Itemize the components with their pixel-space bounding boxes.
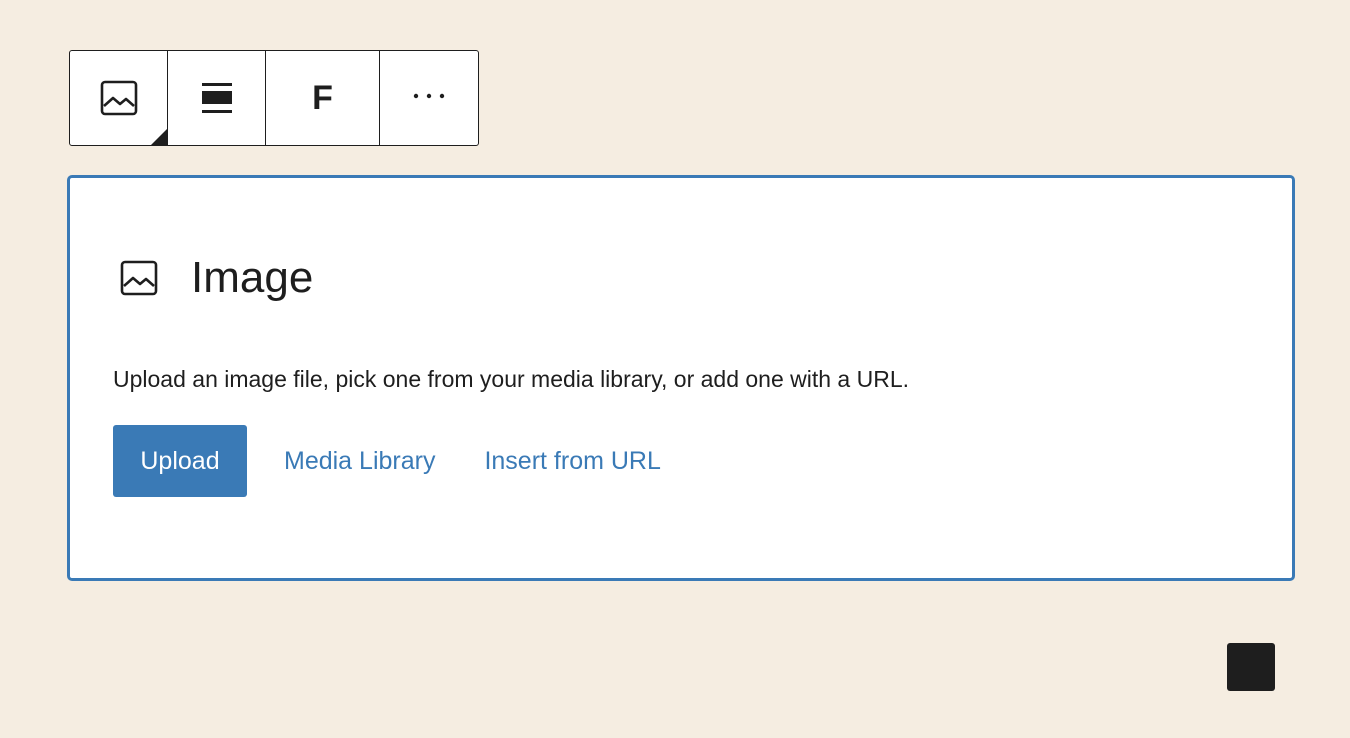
image-icon	[100, 80, 137, 116]
font-f-button[interactable]: F	[266, 51, 380, 145]
f-icon: F	[312, 79, 333, 117]
corner-square-button[interactable]	[1227, 643, 1275, 691]
insert-from-url-button[interactable]: Insert from URL	[484, 447, 660, 476]
image-icon	[120, 260, 158, 296]
media-library-button[interactable]: Media Library	[284, 447, 435, 476]
placeholder-title: Image	[191, 253, 314, 302]
image-block-placeholder: Image Upload an image file, pick one fro…	[67, 175, 1295, 581]
align-wide-icon	[201, 83, 232, 113]
block-toolbar: F	[69, 50, 479, 146]
upload-button[interactable]: Upload	[113, 425, 247, 497]
placeholder-actions: Upload Media Library Insert from URL	[113, 425, 661, 497]
more-horizontal-icon	[413, 76, 445, 106]
align-wide-button[interactable]	[168, 51, 266, 145]
dropdown-corner-indicator	[151, 129, 167, 145]
placeholder-instructions: Upload an image file, pick one from your…	[113, 366, 910, 392]
more-options-button[interactable]	[380, 51, 478, 145]
placeholder-header: Image	[120, 256, 313, 300]
image-block-switcher-button[interactable]	[70, 51, 168, 145]
